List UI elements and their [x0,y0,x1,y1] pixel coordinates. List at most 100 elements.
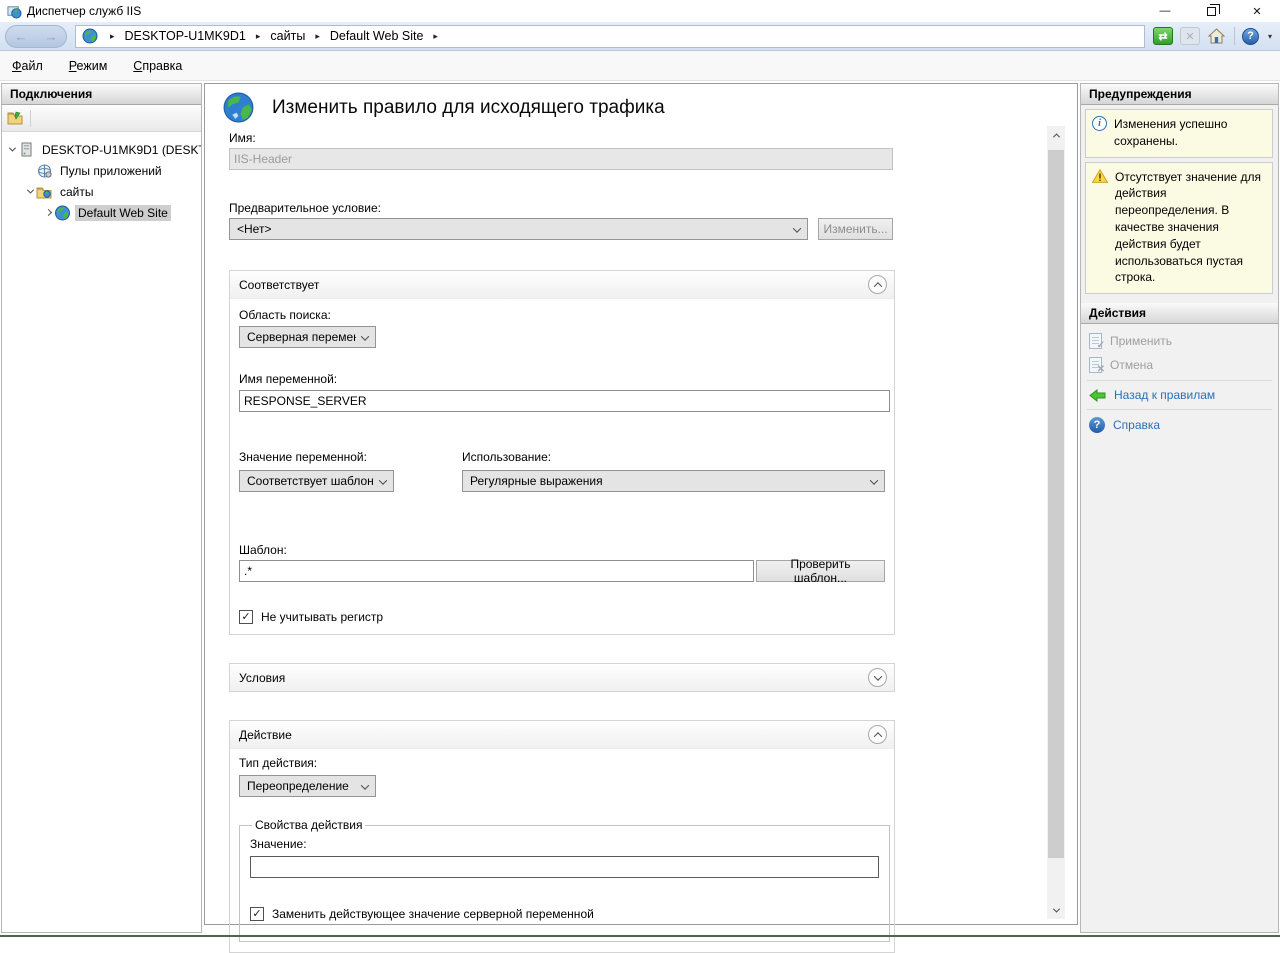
name-field[interactable] [229,148,893,170]
breadcrumb-arrow[interactable]: ▸ [315,31,320,42]
pattern-label: Шаблон: [239,543,885,557]
connections-tree: DESKTOP-U1MK9D1 (DESKTOP Пулы приложений… [2,132,201,223]
chevron-up-icon [1052,133,1059,140]
action-properties-title: Свойства действия [252,818,365,832]
ignore-case-row[interactable]: ✓ Не учитывать регистр [239,610,885,624]
chevron-down-icon[interactable] [6,147,18,152]
using-select[interactable]: Регулярные выражения [462,470,885,492]
breadcrumb[interactable]: ▸ DESKTOP-U1MK9D1 ▸ сайты ▸ Default Web … [75,25,1145,48]
window-title: Диспетчер служб IIS [27,4,141,18]
chevron-right-icon[interactable] [42,210,54,215]
page-title: Изменить правило для исходящего трафика [272,97,665,119]
scroll-up-button[interactable] [1047,126,1065,144]
help-dropdown-arrow-icon[interactable]: ▾ [1268,32,1272,41]
expand-button[interactable] [868,668,887,687]
chevron-down-icon [788,222,800,236]
help-action[interactable]: ? Справка [1081,413,1278,437]
scope-select[interactable]: Серверная переменн [239,326,376,348]
precondition-label: Предварительное условие: [229,201,895,215]
navigation-buttons: ← → [5,25,67,48]
back-to-rules-label: Назад к правилам [1114,388,1215,402]
home-button[interactable] [1207,27,1227,45]
page-header: Изменить правило для исходящего трафика [205,84,1077,124]
warning-note-text: Отсутствует значение для действия переоп… [1115,169,1267,287]
tree-label-server: DESKTOP-U1MK9D1 (DESKTOP [39,142,201,158]
cancel-action[interactable]: ✕ Отмена [1081,353,1278,377]
menu-help[interactable]: Справка [133,59,182,73]
info-icon: i [1092,116,1107,131]
info-note-icon-wrap: i [1092,116,1107,150]
breadcrumb-item-sites[interactable]: сайты [268,29,307,43]
rule-form: Имя: Предварительное условие: <Нет> Изме… [205,131,895,953]
pattern-field[interactable] [239,560,754,582]
apply-action[interactable]: ✓ Применить [1081,329,1278,353]
refresh-icon: ⇄ [1158,30,1167,43]
actions-separator [1087,380,1272,381]
back-arrow-icon [1089,389,1106,402]
vertical-scrollbar[interactable] [1047,126,1065,919]
address-bar-actions: ⇄ ✕ ? ▾ [1153,27,1272,45]
tree-item-app-pools[interactable]: Пулы приложений [2,160,201,181]
home-icon [1208,28,1225,44]
chevron-down-icon[interactable] [24,189,36,194]
back-to-rules-action[interactable]: Назад к правилам [1081,384,1278,406]
precondition-value: <Нет> [237,222,271,236]
scrollbar-thumb[interactable] [1048,150,1064,858]
check-icon: ✓ [241,612,250,623]
connections-panel: Подключения DESKTOP-U1MK9D1 (DESKTOP [1,83,202,933]
connections-header: Подключения [2,84,201,105]
test-pattern-button[interactable]: Проверить шаблон... [756,560,885,582]
variable-value-select[interactable]: Соответствует шаблону [239,470,394,492]
conditions-section-header[interactable]: Условия [230,664,894,691]
name-label: Имя: [229,131,895,145]
collapse-button[interactable] [868,275,887,294]
menu-view[interactable]: Режим [69,59,108,73]
using-group: Использование: Регулярные выражения [462,450,885,492]
action-section-body: Тип действия: Переопределение Свойства д… [230,748,894,952]
ignore-case-checkbox[interactable]: ✓ [239,610,253,624]
toolbar-separator [1234,27,1235,45]
tree-label-app-pools: Пулы приложений [57,163,165,179]
warning-note-icon-wrap [1092,169,1108,287]
chevron-down-icon [374,474,386,488]
minimize-button[interactable]: — [1142,0,1188,22]
breadcrumb-arrow[interactable]: ▸ [110,31,115,42]
actions-separator [1087,409,1272,410]
replace-value-checkbox[interactable]: ✓ [250,907,264,921]
restore-button[interactable] [1188,0,1234,22]
breadcrumb-item-site[interactable]: Default Web Site [328,29,426,43]
menu-file[interactable]: Файл [12,59,43,73]
back-nav-button[interactable]: ← [15,29,28,44]
tree-item-default-web-site[interactable]: Default Web Site [2,202,201,223]
close-button[interactable]: ✕ [1234,0,1280,22]
disconnect-button[interactable]: ✕ [1180,27,1200,45]
refresh-button[interactable]: ⇄ [1153,27,1173,45]
check-icon: ✓ [252,909,261,920]
chevron-down-icon [356,330,368,344]
tree-item-sites[interactable]: сайты [2,181,201,202]
action-type-select[interactable]: Переопределение [239,775,376,797]
help-menu-button[interactable]: ? [1242,28,1259,45]
forward-nav-button[interactable]: → [45,29,58,44]
replace-value-row[interactable]: ✓ Заменить действующее значение серверно… [250,907,879,921]
create-connection-icon[interactable] [7,110,24,126]
collapse-button[interactable] [868,725,887,744]
action-section-header[interactable]: Действие [230,721,894,748]
precondition-select[interactable]: <Нет> [229,218,808,240]
cancel-label: Отмена [1110,358,1153,372]
tree-item-server[interactable]: DESKTOP-U1MK9D1 (DESKTOP [2,139,201,160]
conditions-section: Условия [229,663,895,692]
breadcrumb-item-server[interactable]: DESKTOP-U1MK9D1 [123,29,248,43]
action-value-field[interactable] [250,856,879,878]
action-properties-group: Свойства действия Значение: ✓ Заменить д… [239,818,890,942]
edit-precondition-button[interactable]: Изменить... [818,218,893,240]
scroll-down-button[interactable] [1047,901,1065,919]
tree-label-default-web-site: Default Web Site [75,205,171,221]
match-section-header[interactable]: Соответствует [230,271,894,298]
variable-name-field[interactable] [239,390,890,412]
cancel-icon: ✕ [1089,357,1102,373]
breadcrumb-arrow[interactable]: ▸ [433,31,438,42]
chevron-down-icon [1052,905,1059,912]
using-label: Использование: [462,450,885,464]
breadcrumb-arrow[interactable]: ▸ [256,31,261,42]
